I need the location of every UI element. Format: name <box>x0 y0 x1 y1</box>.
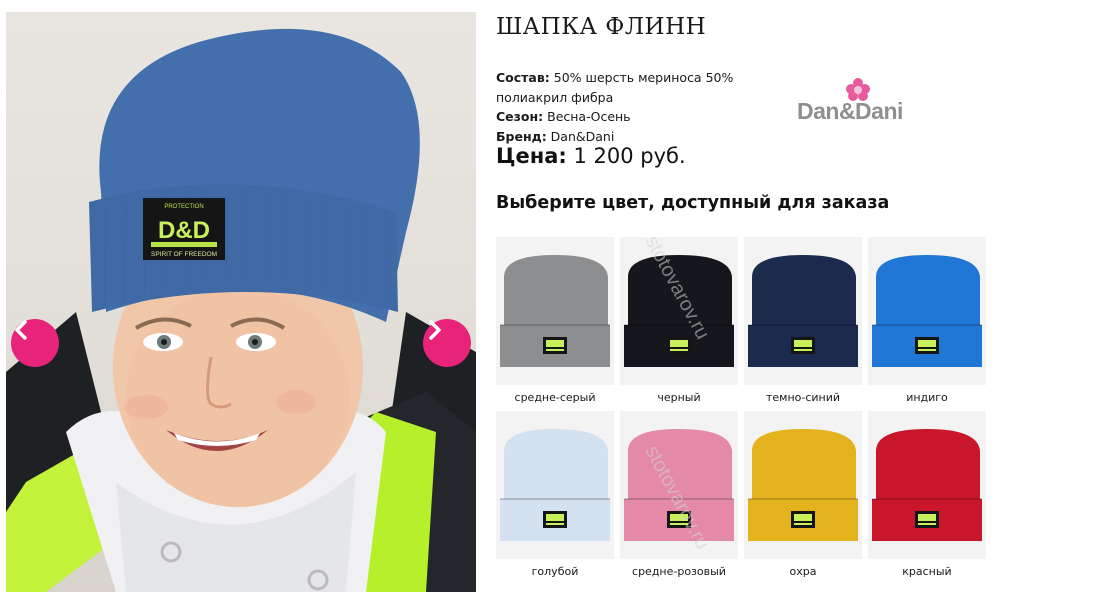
spec-composition-label: Состав <box>496 70 545 85</box>
spec-season-value: Весна-Осень <box>547 109 631 124</box>
color-swatch-label: красный <box>902 565 952 578</box>
color-swatch-label: темно-синий <box>765 391 841 404</box>
colors-heading: Выберите цвет, доступный для заказа <box>496 193 890 213</box>
color-swatch-thumb[interactable] <box>868 237 986 385</box>
hat-thumbnail <box>500 255 610 367</box>
price-label: Цена <box>496 144 559 168</box>
brand-logo-text: Dan&Dani <box>797 98 903 124</box>
color-swatch[interactable]: красный <box>868 411 986 578</box>
spec-season: Сезон: Весна-Осень <box>496 109 631 124</box>
price-value: 1 200 руб. <box>573 144 686 168</box>
color-swatch-label: голубой <box>531 565 579 578</box>
hat-thumbnail <box>500 429 610 541</box>
color-swatch[interactable]: черный <box>620 237 738 404</box>
gallery-prev-button[interactable] <box>11 319 59 367</box>
product-specs: Состав: 50% шерсть мериноса 50% полиакри… <box>496 68 776 146</box>
hat-thumbnail <box>748 255 858 367</box>
color-swatch-label: индиго <box>906 391 948 404</box>
chevron-left-icon <box>15 320 27 340</box>
product-price: Цена: 1 200 руб. <box>496 144 686 168</box>
color-swatch-label: охра <box>789 565 817 578</box>
color-swatch-thumb[interactable] <box>620 411 738 559</box>
brand-logo[interactable]: Dan&Dani <box>797 78 931 128</box>
color-swatch-thumb[interactable] <box>496 237 614 385</box>
color-swatch[interactable]: голубой <box>496 411 614 578</box>
gallery-next-button[interactable] <box>423 319 471 367</box>
color-swatch-label: средне-серый <box>514 391 596 404</box>
hat-thumbnail <box>624 429 734 541</box>
color-swatch-thumb[interactable] <box>496 411 614 559</box>
hat-thumbnail <box>624 255 734 367</box>
color-swatch[interactable]: охра <box>744 411 862 578</box>
svg-text:PROTECTION: PROTECTION <box>164 204 203 210</box>
chevron-right-icon <box>429 320 441 340</box>
spec-brand-label: Бренд <box>496 128 542 144</box>
color-swatch-label: средне-розовый <box>632 565 726 578</box>
color-swatch[interactable]: средне-серый <box>496 237 614 404</box>
hat-thumbnail <box>872 255 982 367</box>
svg-text:SPIRIT OF FREEDOM: SPIRIT OF FREEDOM <box>151 251 217 258</box>
color-swatch-thumb[interactable] <box>868 411 986 559</box>
color-swatch-thumb[interactable] <box>744 411 862 559</box>
color-swatch-label: черный <box>657 391 701 404</box>
product-title: ШАПКА ФЛИНН <box>496 14 707 40</box>
hat-thumbnail <box>748 429 858 541</box>
color-swatch[interactable]: индиго <box>868 237 986 404</box>
color-swatch[interactable]: средне-розовый <box>620 411 738 578</box>
spec-season-label: Сезон <box>496 109 539 124</box>
color-swatch-thumb[interactable] <box>620 237 738 385</box>
hat-thumbnail <box>872 429 982 541</box>
spec-composition: Состав: 50% шерсть мериноса 50% полиакри… <box>496 70 734 105</box>
product-image-gallery[interactable]: PROTECTION D&D SPIRIT OF FREEDOM <box>6 12 476 592</box>
spec-brand-value: Dan&Dani <box>550 128 615 144</box>
color-swatch[interactable]: темно-синий <box>744 237 862 404</box>
color-swatch-thumb[interactable] <box>744 237 862 385</box>
product-photo: PROTECTION D&D SPIRIT OF FREEDOM <box>6 28 476 592</box>
svg-text:D&D: D&D <box>158 217 210 244</box>
